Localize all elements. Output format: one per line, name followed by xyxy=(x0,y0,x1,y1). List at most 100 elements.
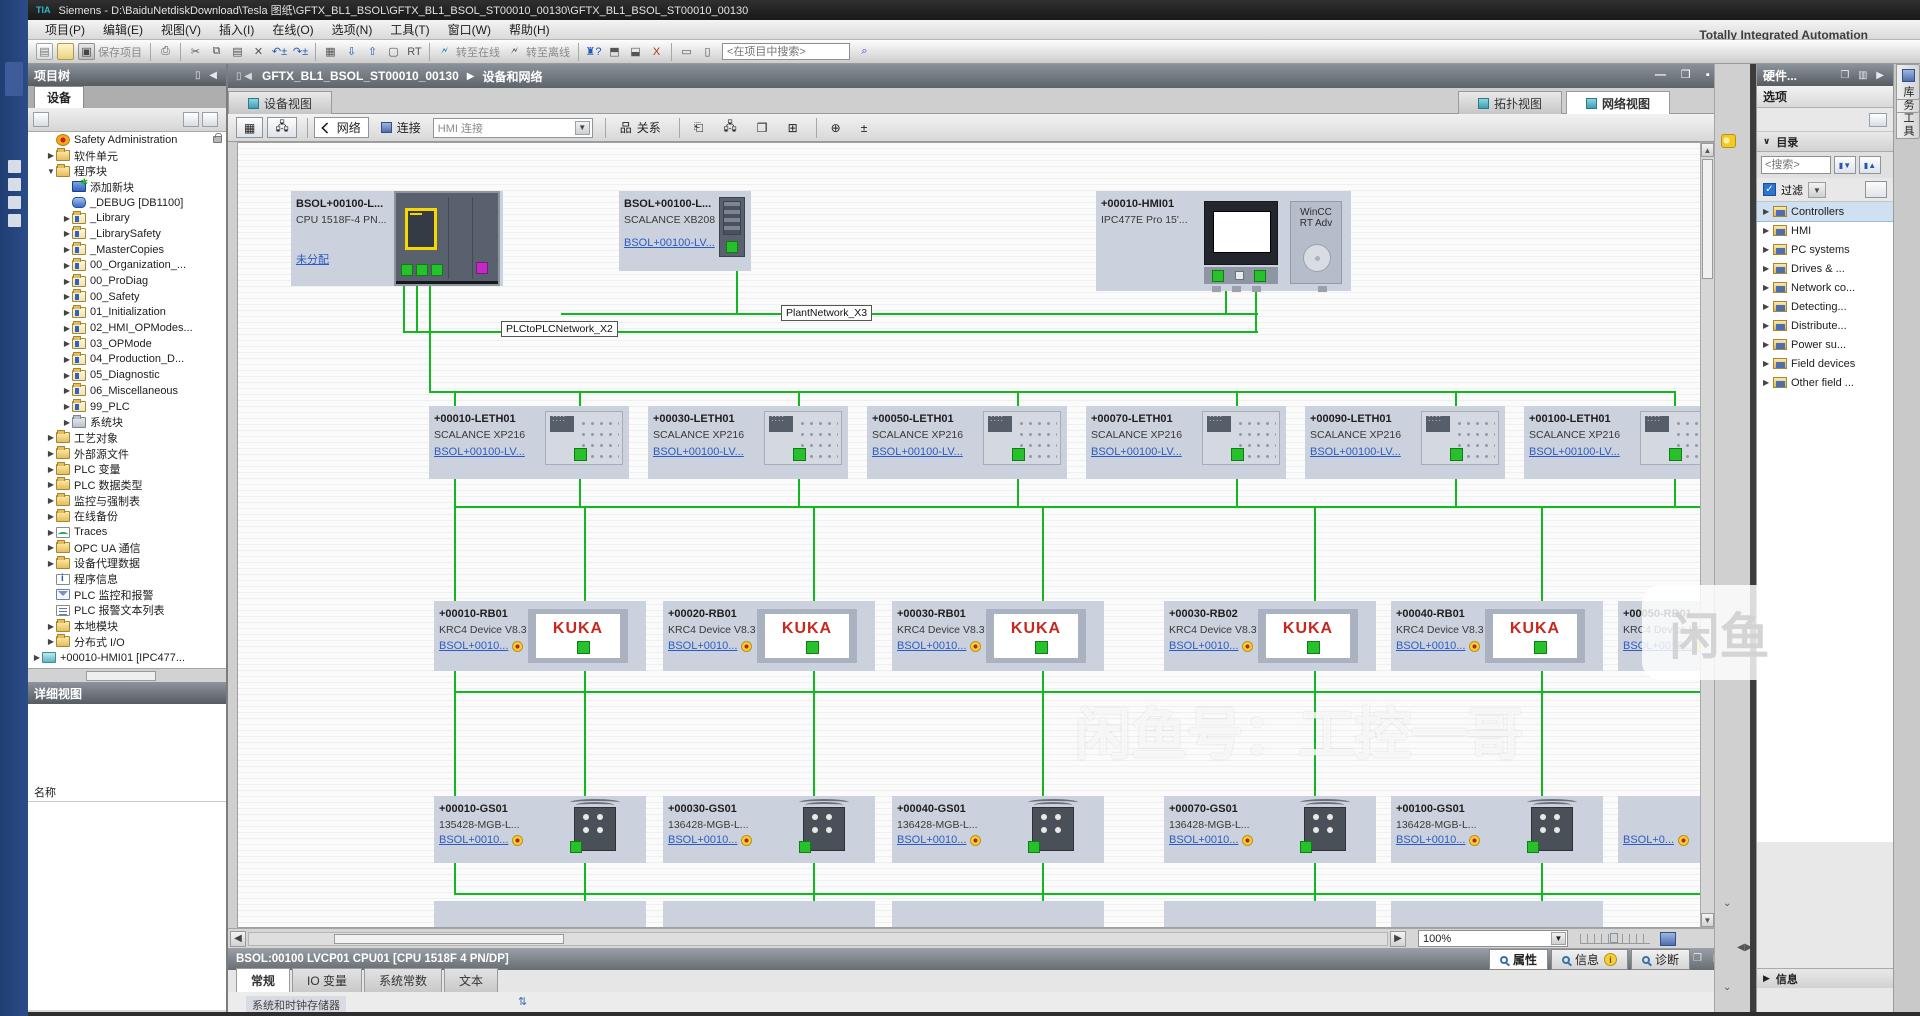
device-xp216[interactable]: +00010-LETH01 SCALANCE XP216 BSOL+00100-… xyxy=(429,406,629,479)
upload-icon[interactable]: ⇧ xyxy=(364,43,381,60)
search-go-icon[interactable]: ⌕ xyxy=(856,43,873,60)
split-horizontal-icon[interactable]: ▭ xyxy=(678,43,695,60)
switch-graphic[interactable] xyxy=(719,197,745,257)
expand-arrow-icon[interactable]: ▶ xyxy=(62,214,72,223)
menu-item[interactable]: 编辑(E) xyxy=(94,19,152,40)
device-network-link[interactable]: BSOL+00100-LV... xyxy=(1529,446,1620,458)
go-offline-icon[interactable]: 🗲 xyxy=(506,43,523,60)
robot-graphic[interactable]: KUKA xyxy=(1485,609,1585,663)
expand-arrow-icon[interactable]: ▶ xyxy=(62,339,72,348)
scroll-right-icon[interactable]: ▶ xyxy=(1390,931,1406,947)
expand-arrow-icon[interactable]: ▶ xyxy=(1763,340,1773,349)
switch-graphic[interactable] xyxy=(545,411,623,465)
expand-arrow-icon[interactable]: ▶ xyxy=(62,277,72,286)
network-canvas[interactable]: BSOL+00100-L... CPU 1518F-4 PN... 未分配 BS… xyxy=(237,142,1700,928)
start-cpu-icon[interactable]: ▢ xyxy=(385,43,402,60)
device-partial[interactable] xyxy=(892,901,1104,928)
filter-checkbox[interactable]: ✓ xyxy=(1763,183,1776,196)
inspector-mode-tab[interactable]: 诊断 i xyxy=(1631,949,1690,970)
inspector-mode-tab[interactable]: 信息 i xyxy=(1551,949,1628,970)
detail-view-header[interactable]: 详细视图 xyxy=(28,682,226,704)
device-network-link[interactable]: BSOL+0010... xyxy=(439,834,523,846)
expand-arrow-icon[interactable]: ▶ xyxy=(1763,264,1773,273)
tree-item[interactable]: ▶ _LibrarySafety xyxy=(28,226,226,242)
tree-export-icon[interactable] xyxy=(202,112,218,127)
device-gatebox[interactable]: +00040-GS01 136428-MGB-L... BSOL+0010... xyxy=(892,796,1104,863)
tree-item[interactable]: ▶ 04_Production_D... xyxy=(28,352,226,368)
restore-window-icon[interactable]: ⬒ xyxy=(606,43,623,60)
expand-arrow-icon[interactable]: ▶ xyxy=(62,308,72,317)
expand-arrow-icon[interactable]: ▶ xyxy=(46,151,56,160)
breadcrumb-project[interactable]: GFTX_BL1_BSOL_ST00010_00130 xyxy=(262,69,459,83)
device-partial[interactable] xyxy=(434,901,646,928)
device-kuka-robot[interactable]: +00010-RB01 KRC4 Device V8.3 BSOL+0010..… xyxy=(434,601,646,671)
device-xp216[interactable]: +00090-LETH01 SCALANCE XP216 BSOL+00100-… xyxy=(1305,406,1505,479)
expand-arrow-icon[interactable]: ▶ xyxy=(62,292,72,301)
catalog-item[interactable]: ▶ Distribute... xyxy=(1757,316,1893,335)
collapse-editor-icon[interactable]: ▯ ◀ xyxy=(236,71,252,82)
device-network-link[interactable]: BSOL+0010... xyxy=(668,834,752,846)
tree-item[interactable]: ▶ 01_Initialization xyxy=(28,305,226,321)
expand-arrow-icon[interactable]: ▶ xyxy=(46,559,56,568)
tree-item[interactable]: ▶ +00010-HMI01 [IPC477... xyxy=(28,650,226,666)
tree-view-icon[interactable] xyxy=(33,112,49,127)
hscroll-thumb[interactable] xyxy=(334,934,564,944)
hmi-monitor-graphic[interactable] xyxy=(1204,201,1278,265)
expand-arrow-icon[interactable]: ▶ xyxy=(1763,302,1773,311)
tree-item[interactable]: ▶ 工艺对象 xyxy=(28,430,226,446)
tree-item[interactable]: ▶ 00_ProDiag xyxy=(28,273,226,289)
device-network-link[interactable]: BSOL+0010... xyxy=(439,640,523,652)
restore-window2-icon[interactable]: ⬓ xyxy=(627,43,644,60)
menu-item[interactable]: 工具(T) xyxy=(381,19,438,40)
expand-arrow-icon[interactable]: ▶ xyxy=(1763,283,1773,292)
expand-arrow-icon[interactable]: ▶ xyxy=(62,402,72,411)
expand-arrow-icon[interactable]: ▶ xyxy=(1763,359,1773,368)
tree-item[interactable]: ▶ 00_Organization_... xyxy=(28,258,226,274)
canvas-vscrollbar[interactable]: ▲ ▼ xyxy=(1700,142,1715,928)
device-network-link[interactable]: BSOL+0010... xyxy=(668,640,752,652)
compile-icon[interactable]: ▦ xyxy=(322,43,339,60)
tree-item[interactable]: ▶ 分布式 I/O xyxy=(28,634,226,650)
subnet-label-plant[interactable]: PlantNetwork_X3 xyxy=(781,305,872,321)
device-kuka-robot[interactable]: +00030-RB01 KRC4 Device V8.3 BSOL+0010..… xyxy=(892,601,1104,671)
device-network-link[interactable]: BSOL+00100-LV... xyxy=(1091,446,1182,458)
section-expand-icon[interactable]: ▶ xyxy=(1763,973,1770,984)
device-xp216[interactable]: +00030-LETH01 SCALANCE XP216 BSOL+00100-… xyxy=(648,406,848,479)
tree-item[interactable]: ▶ 系统块 xyxy=(28,414,226,430)
device-gatebox[interactable]: +00010-GS01 135428-MGB-L... BSOL+0010... xyxy=(434,796,646,863)
device-partial[interactable] xyxy=(1391,901,1603,928)
save-project-label[interactable]: 保存项目 xyxy=(98,44,142,60)
expand-arrow-icon[interactable]: ▶ xyxy=(62,386,72,395)
spin-control-icon[interactable]: ⇅ xyxy=(518,995,527,1008)
zoom-in-icon[interactable]: ⊕ xyxy=(823,117,849,138)
switch-graphic[interactable] xyxy=(1640,411,1700,465)
zoom-fit-icon[interactable]: ± xyxy=(853,117,876,138)
switch-graphic[interactable] xyxy=(1202,411,1280,465)
tree-item[interactable]: 添加新块 xyxy=(28,179,226,195)
gatebox-graphic[interactable] xyxy=(1010,799,1094,859)
tree-item[interactable]: ▶ 软件单元 xyxy=(28,148,226,164)
inspector-tab[interactable]: 系统常数 xyxy=(364,968,442,992)
catalog-item[interactable]: ▶ Power su... xyxy=(1757,335,1893,354)
catalog-item[interactable]: ▶ Field devices xyxy=(1757,354,1893,373)
expand-arrow-icon[interactable]: ▶ xyxy=(46,512,56,521)
new-project-icon[interactable]: ▤ xyxy=(36,43,53,60)
tab-devices[interactable]: 设备 xyxy=(34,86,84,108)
gatebox-graphic[interactable] xyxy=(781,799,865,859)
inspector-mode-tab[interactable]: 属性 i xyxy=(1489,949,1548,970)
open-project-icon[interactable] xyxy=(57,43,74,60)
tree-item[interactable]: PLC 报警文本列表 xyxy=(28,603,226,619)
network-mode-button[interactable]: 网络 xyxy=(314,117,369,138)
tree-item[interactable]: ▶ 00_Safety xyxy=(28,289,226,305)
breadcrumb-page[interactable]: 设备和网络 xyxy=(482,68,542,85)
go-offline-label[interactable]: 转至离线 xyxy=(526,44,570,60)
menu-item[interactable]: 视图(V) xyxy=(152,19,210,40)
view-tab[interactable]: 拓扑视图 xyxy=(1458,91,1562,114)
go-online-icon[interactable]: 🗲 xyxy=(436,43,453,60)
expand-arrow-icon[interactable]: ▼ xyxy=(46,167,56,176)
robot-graphic[interactable]: KUKA xyxy=(986,609,1086,663)
zoom-select[interactable]: 100% ▼ xyxy=(1418,930,1568,947)
expand-arrow-icon[interactable]: ▶ xyxy=(46,465,56,474)
tree-item[interactable]: ▶ 监控与强制表 xyxy=(28,493,226,509)
device-network-link[interactable]: BSOL+0010... xyxy=(1396,834,1480,846)
